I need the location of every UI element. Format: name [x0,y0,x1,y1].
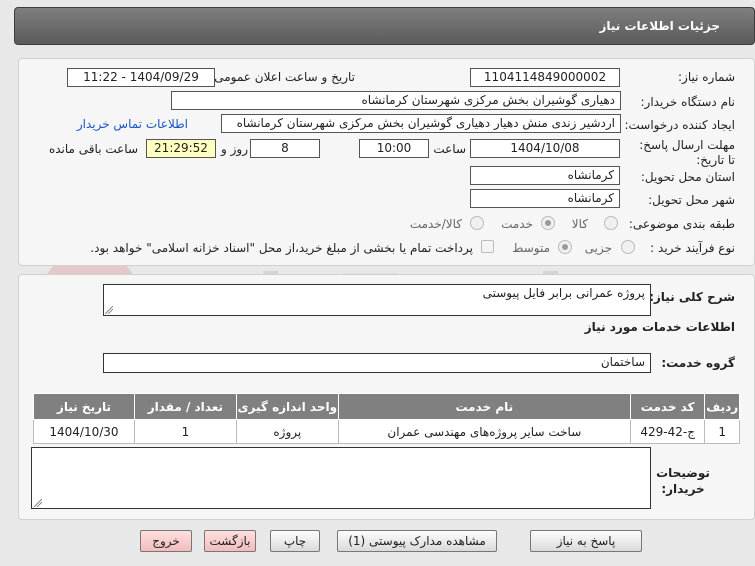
print-button[interactable]: چاپ [270,530,320,552]
window-titlebar: جزئیات اطلاعات نیاز [14,7,755,45]
days-label: روز و [221,142,248,156]
process-option-minor: جزیی [584,241,612,255]
category-radio-goods[interactable] [604,216,618,230]
category-option-goods: کالا [571,217,588,231]
resize-grip-icon[interactable] [105,306,113,314]
reply-button[interactable]: پاسخ به نیاز [530,530,642,552]
announce-date-label: تاریخ و ساعت اعلان عمومی: [210,70,355,84]
remaining-time-field: 21:29:52 [146,139,216,158]
buyer-notes-field[interactable] [31,447,651,509]
remaining-time-label: ساعت باقی مانده [48,142,138,156]
cell-row-number: 1 [704,419,740,444]
col-header-service-name: نام خدمت [337,393,631,420]
resize-grip-icon[interactable] [34,499,42,507]
process-option-medium: متوسط [512,241,550,255]
category-option-service: خدمت [501,217,533,231]
province-field: کرمانشاه [470,166,620,185]
deadline-label: مهلت ارسال پاسخ: تا تاریخ: [639,138,735,167]
category-option-goods-service: کالا/خدمت [409,217,462,231]
deadline-date-field: 1404/10/08 [470,139,620,158]
cell-need-date: 1404/10/30 [33,419,135,444]
cell-quantity: 1 [133,419,237,444]
buyer-org-label: نام دستگاه خریدار: [640,95,736,109]
need-number-label: شماره نیاز: [678,70,735,84]
treasury-checkbox[interactable] [481,240,494,253]
need-number-field: 1104114849000002 [470,68,620,87]
process-label: نوع فرآیند خرید : [650,241,735,255]
category-radio-goods-service[interactable] [470,216,484,230]
cell-unit: پروژه [235,419,339,444]
buyer-org-field: دهیاری گوشیران بخش مرکزی شهرستان کرمانشا… [171,91,621,110]
exit-button[interactable]: خروج [140,530,192,552]
city-label: شهر محل تحویل: [648,193,735,207]
page-title: جزئیات اطلاعات نیاز [599,19,720,33]
category-label: طبقه بندی موضوعی: [628,217,735,231]
days-remaining-field: 8 [250,139,320,158]
city-field: کرمانشاه [470,189,620,208]
description-field: پروژه عمرانی برابر فایل پیوستی [103,284,651,316]
category-radio-service[interactable] [541,216,555,230]
service-group-field: ساختمان [103,353,651,373]
deadline-time-field: 10:00 [359,139,429,158]
table-row: 1 ج-42-429 ساخت سایر پروژه‌های مهندسی عم… [33,419,740,444]
deadline-time-label: ساعت [433,142,466,156]
col-header-row-number: ردیف [704,393,740,420]
back-button[interactable]: بازگشت [204,530,256,552]
cell-service-code: ج-42-429 [629,419,706,444]
view-attachments-button[interactable]: مشاهده مدارک پیوستی (1) [337,530,497,552]
process-radio-minor[interactable] [621,240,635,254]
province-label: استان محل تحویل: [640,170,735,184]
service-group-label: گروه خدمت: [661,356,735,370]
col-header-quantity: تعداد / مقدار [133,393,237,420]
col-header-unit: واحد اندازه گیری [235,393,339,420]
services-table: ردیف کد خدمت نام خدمت واحد اندازه گیری ت… [33,393,740,444]
buyer-contact-link[interactable]: اطلاعات تماس خریدار [77,117,188,131]
services-heading: اطلاعات خدمات مورد نیاز [584,320,735,334]
col-header-need-date: تاریخ نیاز [33,393,135,420]
process-radio-medium[interactable] [558,240,572,254]
treasury-note: پرداخت تمام یا بخشی از مبلغ خرید،از محل … [90,241,473,255]
description-label: شرح کلی نیاز: [649,290,735,304]
cell-service-name: ساخت سایر پروژه‌های مهندسی عمران [337,419,631,444]
announce-date-field: 1404/09/29 - 11:22 [67,68,215,87]
requester-label: ایجاد کننده درخواست: [624,118,735,132]
col-header-service-code: کد خدمت [629,393,706,420]
table-header-row: ردیف کد خدمت نام خدمت واحد اندازه گیری ت… [33,393,740,420]
requester-field: اردشیر زندی منش دهیار دهیاری گوشیران بخش… [221,114,621,133]
buyer-notes-label: توضیحات خریدار: [656,466,710,496]
